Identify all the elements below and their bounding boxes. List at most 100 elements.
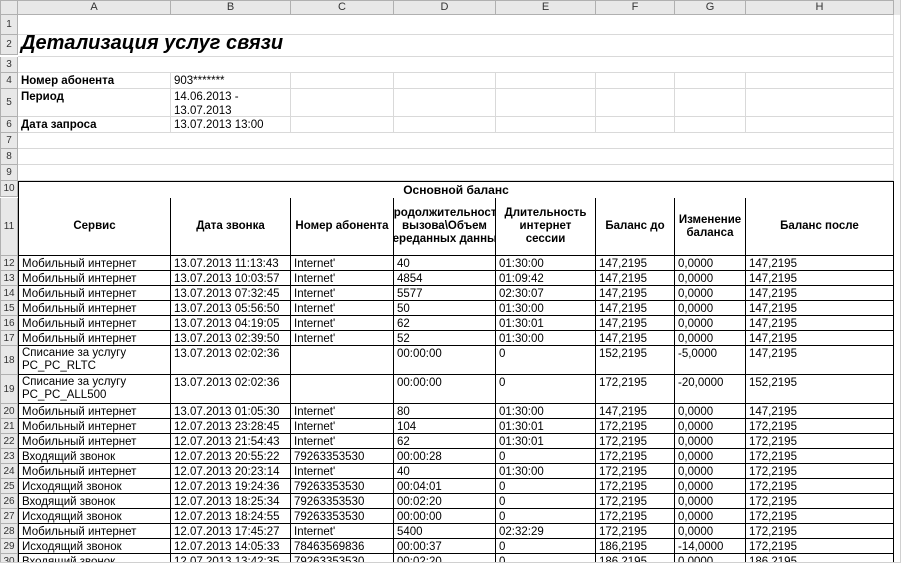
row-header-29[interactable]: 29 [0, 539, 18, 554]
cell-13-service[interactable]: Мобильный интернет [18, 271, 171, 286]
cell-24-session[interactable]: 01:30:00 [496, 464, 596, 479]
cell-24-after[interactable]: 172,2195 [746, 464, 894, 479]
cell-16-session[interactable]: 01:30:01 [496, 316, 596, 331]
cell-21-change[interactable]: 0,0000 [675, 419, 746, 434]
cell-28-before[interactable]: 172,2195 [596, 524, 675, 539]
cell-25-number[interactable]: 79263353530 [291, 479, 394, 494]
cell-22-session[interactable]: 01:30:01 [496, 434, 596, 449]
empty-row-8[interactable] [18, 149, 894, 165]
empty-4-0[interactable] [291, 73, 394, 89]
request-label[interactable]: Дата запроса [18, 117, 171, 133]
row-header-24[interactable]: 24 [0, 464, 18, 479]
empty-6-2[interactable] [496, 117, 596, 133]
row-header-18[interactable]: 18 [0, 346, 18, 375]
cell-23-change[interactable]: 0,0000 [675, 449, 746, 464]
row-header-30[interactable]: 30 [0, 554, 18, 563]
col-header-G[interactable]: G [675, 0, 746, 15]
cell-18-service[interactable]: Списание за услугу PC_PC_RLTC [18, 346, 171, 375]
row-header-22[interactable]: 22 [0, 434, 18, 449]
cell-24-duration[interactable]: 40 [394, 464, 496, 479]
cell-19-change[interactable]: -20,0000 [675, 375, 746, 404]
cell-28-session[interactable]: 02:32:29 [496, 524, 596, 539]
cell-29-number[interactable]: 78463569836 [291, 539, 394, 554]
cell-26-change[interactable]: 0,0000 [675, 494, 746, 509]
cell-18-session[interactable]: 0 [496, 346, 596, 375]
col-header-H[interactable]: H [746, 0, 894, 15]
cell-18-change[interactable]: -5,0000 [675, 346, 746, 375]
section-title[interactable]: Основной баланс [18, 181, 894, 198]
page-title[interactable]: Детализация услуг связи [18, 35, 894, 57]
cell-23-before[interactable]: 172,2195 [596, 449, 675, 464]
request-value[interactable]: 13.07.2013 13:00 [171, 117, 291, 133]
cell-27-date[interactable]: 12.07.2013 18:24:55 [171, 509, 291, 524]
cell-13-after[interactable]: 147,2195 [746, 271, 894, 286]
row-header-16[interactable]: 16 [0, 316, 18, 331]
cell-26-before[interactable]: 172,2195 [596, 494, 675, 509]
cell-18-number[interactable] [291, 346, 394, 375]
cell-16-date[interactable]: 13.07.2013 04:19:05 [171, 316, 291, 331]
cell-24-before[interactable]: 172,2195 [596, 464, 675, 479]
cell-12-change[interactable]: 0,0000 [675, 256, 746, 271]
cell-21-before[interactable]: 172,2195 [596, 419, 675, 434]
cell-16-change[interactable]: 0,0000 [675, 316, 746, 331]
cell-29-change[interactable]: -14,0000 [675, 539, 746, 554]
cell-23-service[interactable]: Входящий звонок [18, 449, 171, 464]
cell-24-date[interactable]: 12.07.2013 20:23:14 [171, 464, 291, 479]
cell-22-number[interactable]: Internet' [291, 434, 394, 449]
grid-body[interactable]: 12Детализация услуг связи34Номер абонент… [0, 15, 900, 563]
cell-16-duration[interactable]: 62 [394, 316, 496, 331]
cell-17-session[interactable]: 01:30:00 [496, 331, 596, 346]
subscriber-value[interactable]: 903******* [171, 73, 291, 89]
empty-4-2[interactable] [496, 73, 596, 89]
cell-13-session[interactable]: 01:09:42 [496, 271, 596, 286]
cell-19-session[interactable]: 0 [496, 375, 596, 404]
cell-23-after[interactable]: 172,2195 [746, 449, 894, 464]
empty-4-1[interactable] [394, 73, 496, 89]
row-header-7[interactable]: 7 [0, 133, 18, 149]
row-header-21[interactable]: 21 [0, 419, 18, 434]
empty-4-5[interactable] [746, 73, 894, 89]
cell-26-session[interactable]: 0 [496, 494, 596, 509]
cell-15-service[interactable]: Мобильный интернет [18, 301, 171, 316]
cell-20-service[interactable]: Мобильный интернет [18, 404, 171, 419]
cell-29-session[interactable]: 0 [496, 539, 596, 554]
cell-22-date[interactable]: 12.07.2013 21:54:43 [171, 434, 291, 449]
row-header-17[interactable]: 17 [0, 331, 18, 346]
cell-17-before[interactable]: 147,2195 [596, 331, 675, 346]
col-header-D[interactable]: D [394, 0, 496, 15]
cell-28-service[interactable]: Мобильный интернет [18, 524, 171, 539]
row-header-12[interactable]: 12 [0, 256, 18, 271]
cell-13-number[interactable]: Internet' [291, 271, 394, 286]
cell-19-before[interactable]: 172,2195 [596, 375, 675, 404]
cell-17-number[interactable]: Internet' [291, 331, 394, 346]
period-label[interactable]: Период [18, 89, 171, 117]
cell-29-date[interactable]: 12.07.2013 14:05:33 [171, 539, 291, 554]
cell-20-number[interactable]: Internet' [291, 404, 394, 419]
table-header-7[interactable]: Баланс после [746, 198, 894, 256]
row-header-4[interactable]: 4 [0, 73, 18, 89]
row-header-9[interactable]: 9 [0, 165, 18, 181]
cell-15-after[interactable]: 147,2195 [746, 301, 894, 316]
row-header-27[interactable]: 27 [0, 509, 18, 524]
cell-21-after[interactable]: 172,2195 [746, 419, 894, 434]
cell-30-change[interactable]: 0,0000 [675, 554, 746, 563]
cell-13-date[interactable]: 13.07.2013 10:03:57 [171, 271, 291, 286]
cell-25-date[interactable]: 12.07.2013 19:24:36 [171, 479, 291, 494]
row-header-2[interactable]: 2 [0, 35, 18, 55]
cell-28-change[interactable]: 0,0000 [675, 524, 746, 539]
empty-row-3[interactable] [18, 57, 894, 73]
empty-5-2[interactable] [496, 89, 596, 117]
cell-17-date[interactable]: 13.07.2013 02:39:50 [171, 331, 291, 346]
cell-13-change[interactable]: 0,0000 [675, 271, 746, 286]
cell-27-change[interactable]: 0,0000 [675, 509, 746, 524]
col-header-F[interactable]: F [596, 0, 675, 15]
empty-4-4[interactable] [675, 73, 746, 89]
cell-24-change[interactable]: 0,0000 [675, 464, 746, 479]
cell-16-before[interactable]: 147,2195 [596, 316, 675, 331]
cell-29-service[interactable]: Исходящий звонок [18, 539, 171, 554]
cell-12-before[interactable]: 147,2195 [596, 256, 675, 271]
cell-12-number[interactable]: Internet' [291, 256, 394, 271]
cell-27-session[interactable]: 0 [496, 509, 596, 524]
cell-13-duration[interactable]: 4854 [394, 271, 496, 286]
cell-14-after[interactable]: 147,2195 [746, 286, 894, 301]
